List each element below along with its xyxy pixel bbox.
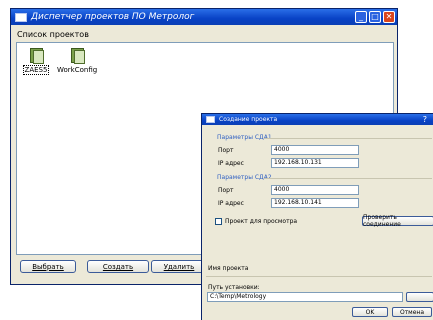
sda2-port-field[interactable]: 4000 — [271, 185, 359, 195]
check-connection-label: Проверить соединение — [363, 214, 401, 228]
create-project-dialog: Создание проекта ? Параметры СДА1 Порт 4… — [201, 113, 433, 320]
sda1-port-field[interactable]: 4000 — [271, 145, 359, 155]
sda1-ip-label: IP адрес — [218, 160, 244, 167]
view-only-label: Проект для просмотра — [225, 218, 298, 225]
install-path-label: Путь установки: — [208, 284, 260, 291]
cancel-button-label: Отмена — [399, 308, 425, 316]
group-divider — [264, 178, 432, 179]
create-button[interactable]: Создать — [87, 260, 149, 273]
dialog-divider — [206, 276, 432, 277]
delete-button[interactable]: Удалить — [151, 260, 207, 273]
cancel-button[interactable]: Отмена — [392, 307, 432, 317]
project-item-label: ZAES5 — [22, 65, 50, 75]
browse-button[interactable] — [406, 292, 433, 302]
create-button-label: Создать — [102, 262, 134, 271]
ok-button-label: OK — [365, 308, 375, 316]
project-item-zaes5[interactable]: ZAES5 — [19, 47, 53, 75]
check-connection-button[interactable]: Проверить соединение — [362, 214, 433, 228]
sda1-ip-field[interactable]: 192.168.10.131 — [271, 158, 359, 168]
project-folder-icon — [28, 47, 44, 64]
project-item-workconfig[interactable]: WorkConfig — [57, 47, 97, 74]
sda2-port-label: Порт — [218, 187, 234, 194]
group-divider — [264, 138, 432, 139]
select-button[interactable]: Выбрать — [20, 260, 76, 273]
minimize-icon[interactable]: _ — [355, 11, 367, 23]
project-list-label: Список проектов — [17, 30, 89, 39]
sda2-ip-field[interactable]: 192.168.10.141 — [271, 198, 359, 208]
maximize-icon[interactable]: □ — [369, 11, 381, 23]
project-item-label: WorkConfig — [57, 66, 98, 74]
project-folder-icon — [69, 47, 85, 64]
dialog-window-icon — [206, 116, 215, 123]
install-path-field[interactable]: C:\Temp\Metrology — [207, 292, 403, 302]
sda1-port-label: Порт — [218, 147, 234, 154]
main-window-title: Диспетчер проектов ПО Метролог — [31, 12, 195, 22]
dialog-title: Создание проекта — [219, 116, 278, 123]
dialog-titlebar[interactable]: Создание проекта ? — [202, 114, 433, 125]
select-button-label: Выбрать — [32, 262, 64, 271]
app-window-icon — [15, 12, 27, 22]
help-icon[interactable]: ? — [423, 115, 427, 124]
sda2-ip-label: IP адрес — [218, 200, 244, 207]
close-icon[interactable]: ✕ — [383, 11, 395, 23]
main-titlebar[interactable]: Диспетчер проектов ПО Метролог _ □ ✕ — [11, 9, 397, 25]
view-only-checkbox[interactable] — [215, 218, 222, 225]
project-name-label: Имя проекта — [208, 265, 249, 272]
ok-button[interactable]: OK — [352, 307, 388, 317]
delete-button-label: Удалить — [163, 262, 195, 271]
